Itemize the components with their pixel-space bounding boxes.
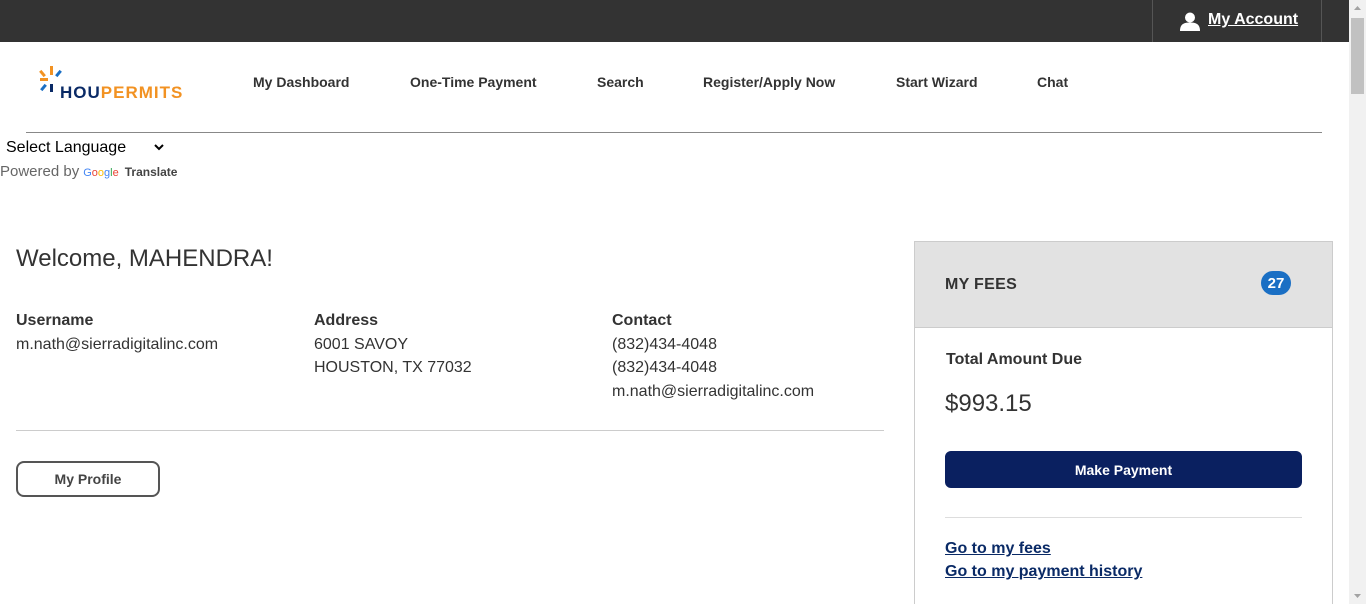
fees-count-badge: 27 [1261,271,1291,295]
logo-text-permits: PERMITS [100,83,184,102]
username-header: Username [16,312,94,329]
address-line2: HOUSTON, TX 77032 [314,359,472,376]
contact-phone1: (832)434-4048 [612,335,717,353]
contact-header: Contact [612,312,672,329]
my-account-link[interactable]: My Account [1208,11,1298,29]
address-block: Address 6001 SAVOY HOUSTON, TX 77032 [314,309,472,380]
nav-one-time-payment[interactable]: One-Time Payment [410,74,537,90]
google-logo: Google [83,167,119,179]
logo-text: HOUPERMITS [60,83,183,103]
translate-link[interactable]: Translate [125,165,178,179]
scroll-thumb[interactable] [1351,18,1364,94]
logo-text-hou: HOU [60,83,101,102]
user-icon [1180,12,1200,31]
fees-divider [945,517,1302,518]
contact-phone2: (832)434-4048 [612,359,717,376]
my-fees-title: MY FEES [945,276,1018,293]
my-profile-button[interactable]: My Profile [16,461,160,497]
nav-my-dashboard[interactable]: My Dashboard [253,74,349,90]
contact-block: Contact (832)434-4048 (832)434-4048 m.na… [612,309,814,403]
address-header: Address [314,312,379,329]
top-bar: My Account [0,0,1349,42]
select-language-dropdown[interactable]: Select Language [2,136,167,158]
make-payment-button[interactable]: Make Payment [945,451,1302,488]
total-amount-due-value: $993.15 [945,390,1032,417]
go-to-my-fees-link[interactable]: Go to my fees [945,540,1051,558]
nav-start-wizard[interactable]: Start Wizard [896,74,978,90]
nav-search[interactable]: Search [597,74,644,90]
contact-email: m.nath@sierradigitalinc.com [612,382,815,400]
header-divider [26,132,1322,133]
houpermits-logo[interactable]: HOUPERMITS [38,66,193,102]
powered-by-google-translate: Powered by Google Translate [0,163,177,180]
my-account-menu[interactable]: My Account [1152,0,1322,42]
vertical-scrollbar[interactable] [1349,0,1366,604]
my-fees-panel: MY FEES 27 Total Amount Due $993.15 Make… [914,241,1333,604]
scroll-up-arrow-icon[interactable] [1349,0,1366,17]
scroll-down-arrow-icon[interactable] [1349,587,1366,604]
username-block: Username m.nath@sierradigitalinc.com [16,309,218,356]
nav-register-apply-now[interactable]: Register/Apply Now [703,74,835,90]
powered-by-label: Powered by [0,163,80,180]
my-fees-header: MY FEES 27 [915,242,1332,328]
nav-chat[interactable]: Chat [1037,74,1068,90]
username-value: m.nath@sierradigitalinc.com [16,335,219,353]
go-to-payment-history-link[interactable]: Go to my payment history [945,563,1142,581]
total-amount-due-label: Total Amount Due [946,351,1082,368]
welcome-heading: Welcome, MAHENDRA! [16,245,273,272]
profile-divider [16,430,884,431]
address-line1: 6001 SAVOY [314,335,408,353]
